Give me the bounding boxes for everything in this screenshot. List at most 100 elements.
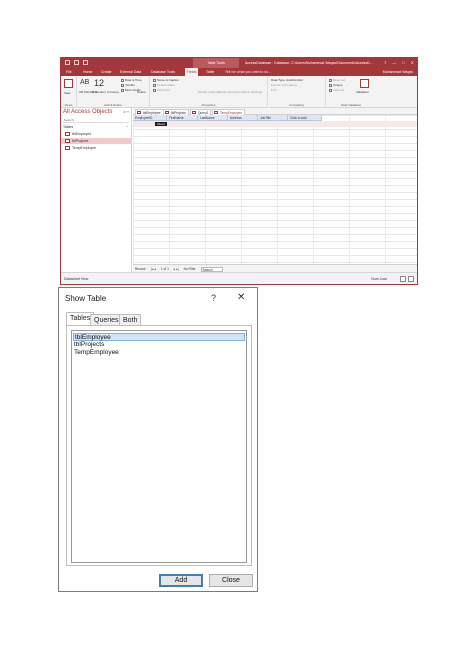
default-value-icon [153,83,156,87]
chevron-up-icon[interactable]: ^ [126,125,128,129]
format-select[interactable]: Format: Formatting [271,83,297,87]
save-icon[interactable] [65,60,70,65]
nav-item-tblprojects[interactable]: tblProjects [61,138,131,144]
list-item[interactable]: tblProjects [73,341,245,349]
maximize-icon[interactable]: □ [402,58,404,68]
query-icon [192,111,196,114]
table-icon [137,111,141,114]
filter-indicator[interactable]: No Filter [184,267,196,271]
dialog-title: Show Table [65,294,107,303]
access-window: Table Tools AccessDatabase : Database- C… [60,57,418,285]
add-button[interactable]: Add [159,574,203,587]
validation-icon[interactable] [360,79,369,88]
table-icon [165,111,169,114]
close-button[interactable]: Close [209,574,253,587]
table-icon [214,111,218,114]
tab-database-tools[interactable]: Database Tools [149,68,177,76]
nav-search-input[interactable]: Search... [63,118,129,123]
record-search-input[interactable]: Search [200,266,223,272]
date-time-button[interactable]: Date & Time [121,78,142,82]
title-bar: Table Tools AccessDatabase : Database- C… [61,58,417,68]
record-first-icon[interactable]: |◂ ◂ [151,267,156,271]
modify-lookups-button[interactable]: Modify Lookups [198,90,219,94]
tab-home[interactable]: Home [81,68,94,76]
datasheet-grid[interactable]: EmployeeID FirstName LastName Address Jo… [133,115,417,264]
datasheet-view-icon[interactable] [400,276,406,282]
new-record-cell[interactable]: (New) [155,122,167,126]
data-type-select[interactable]: Data Type: AutoNumber [271,78,303,82]
checkbox-icon [329,88,332,92]
nav-item-tempemployee[interactable]: TempEmployee [61,145,131,151]
window-title: AccessDatabase : Database- C:\Users\Muha… [245,61,373,65]
short-text-glyph[interactable]: AB [80,79,89,87]
undo-icon[interactable] [74,60,79,65]
design-view-icon[interactable] [408,276,414,282]
yes-no-button[interactable]: Yes/No [121,83,135,87]
view-switcher [400,276,414,282]
calendar-icon [121,78,124,82]
view-button[interactable]: View [64,91,70,95]
tab-table[interactable]: Table [204,68,216,76]
record-next-icon[interactable]: ▸ ▸| [174,267,179,271]
number-glyph[interactable]: 12 [94,78,104,88]
tab-external-data[interactable]: External Data [118,68,143,76]
redo-icon[interactable] [83,60,88,65]
user-name[interactable]: Muhammad Waqas [383,68,413,76]
help-icon[interactable]: ? [384,58,386,68]
minimize-icon[interactable]: — [392,58,396,68]
help-icon[interactable]: ? [211,293,216,303]
record-position[interactable]: 1 of 1 [161,267,169,271]
required-checkbox[interactable]: Required [329,78,345,82]
tab-queries[interactable]: Queries [90,314,123,325]
tables-tab-panel: tblEmployee tblProjects TempEmployee [66,325,252,566]
unique-checkbox[interactable]: Unique [329,83,343,87]
table-icon [65,132,70,136]
memo-settings-button[interactable]: Memo Settings [242,90,262,94]
name-caption-button[interactable]: Name & Caption [153,78,179,82]
close-icon[interactable]: ✕ [411,58,414,68]
view-icon[interactable] [64,79,73,88]
close-icon[interactable]: ✕ [237,292,245,303]
list-item[interactable]: tblEmployee [73,333,245,341]
window-controls: ? — □ ✕ [384,58,414,68]
ribbon: View Views AB AB Short Text 12 12 Number… [61,76,417,108]
new-record-row[interactable] [133,121,417,127]
quick-access-toolbar [65,60,88,65]
status-num-lock: Num Lock [371,277,387,281]
number-format-buttons[interactable]: $ % , [271,88,278,92]
status-bar: Datasheet View Num Lock [61,272,417,284]
tab-fields[interactable]: Fields [185,68,199,76]
ribbon-group-label: Formatting [289,103,304,107]
checkbox-icon [121,83,124,87]
nav-pane-title[interactable]: All Access Objects [63,109,112,115]
document-tabs: tblEmployee tblProjects Query1 TempEmplo… [133,108,417,115]
more-fields-icon [121,88,124,92]
tab-file[interactable]: File [64,68,74,76]
ribbon-group-views: View Views [61,76,77,108]
tab-both[interactable]: Both [119,314,142,325]
document-area: tblEmployee tblProjects Query1 TempEmplo… [133,108,417,273]
tell-me-input[interactable]: Tell me what you want to do... [225,68,271,76]
validation-button[interactable]: Validation [356,90,369,94]
default-value-button[interactable]: Default Value [153,83,175,87]
number-button[interactable]: 12 Number [91,90,106,94]
ribbon-group-label: Views [64,103,73,107]
nav-section-tables[interactable]: Tables [63,125,73,129]
ribbon-group-label: Properties [201,103,216,107]
delete-button[interactable]: Delete [137,90,146,94]
tables-listbox[interactable]: tblEmployee tblProjects TempEmployee [71,330,247,563]
nav-item-tblemployee[interactable]: tblEmployee [61,131,131,137]
navigation-pane: All Access Objects ⊙ « Search... Tables … [61,108,132,273]
indexed-checkbox[interactable]: Indexed [329,88,344,92]
field-size-button[interactable]: Field Size [153,88,170,92]
currency-button[interactable]: Currency [107,90,119,94]
name-caption-icon [153,78,156,82]
checkbox-icon [329,78,332,82]
ribbon-group-formatting: Data Type: AutoNumber Format: Formatting… [268,76,326,108]
table-icon [65,139,70,143]
modify-expression-button[interactable]: Modify Expression [218,90,243,94]
list-item[interactable]: TempEmployee [73,349,245,357]
tab-create[interactable]: Create [99,68,114,76]
nav-pane-controls[interactable]: ⊙ « [123,110,129,114]
ribbon-group-label: Add & Delete [104,103,122,107]
